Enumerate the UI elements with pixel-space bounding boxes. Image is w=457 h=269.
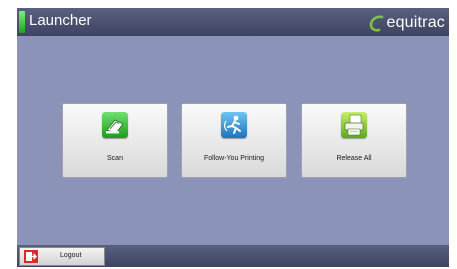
- release-all-tile-button[interactable]: Release All: [301, 103, 407, 178]
- logout-label: Logout: [60, 252, 82, 259]
- brand-logo: equitrac: [369, 13, 445, 33]
- follow-you-printing-tile-label: Follow-You Printing: [203, 155, 265, 162]
- page-title: Launcher: [29, 12, 92, 29]
- release-all-icon: [341, 112, 367, 138]
- logout-icon: [24, 250, 38, 263]
- title-bar: Launcher equitrac: [17, 8, 449, 36]
- brand-name: equitrac: [386, 14, 445, 31]
- follow-you-printing-icon: [221, 112, 247, 138]
- scan-tile-label: Scan: [107, 155, 123, 162]
- scan-tile-button[interactable]: Scan: [62, 103, 168, 178]
- scan-icon: [102, 112, 128, 138]
- equitrac-swoosh-icon: [370, 15, 384, 32]
- release-all-tile-label: Release All: [336, 155, 372, 162]
- footer-bar: Logout: [17, 245, 449, 267]
- follow-you-printing-tile-button[interactable]: Follow-You Printing: [181, 103, 287, 178]
- logout-button[interactable]: Logout: [19, 247, 105, 266]
- launcher-screen: Launcher equitrac Scan Follow-You Printi…: [17, 8, 449, 267]
- status-indicator: [19, 11, 25, 33]
